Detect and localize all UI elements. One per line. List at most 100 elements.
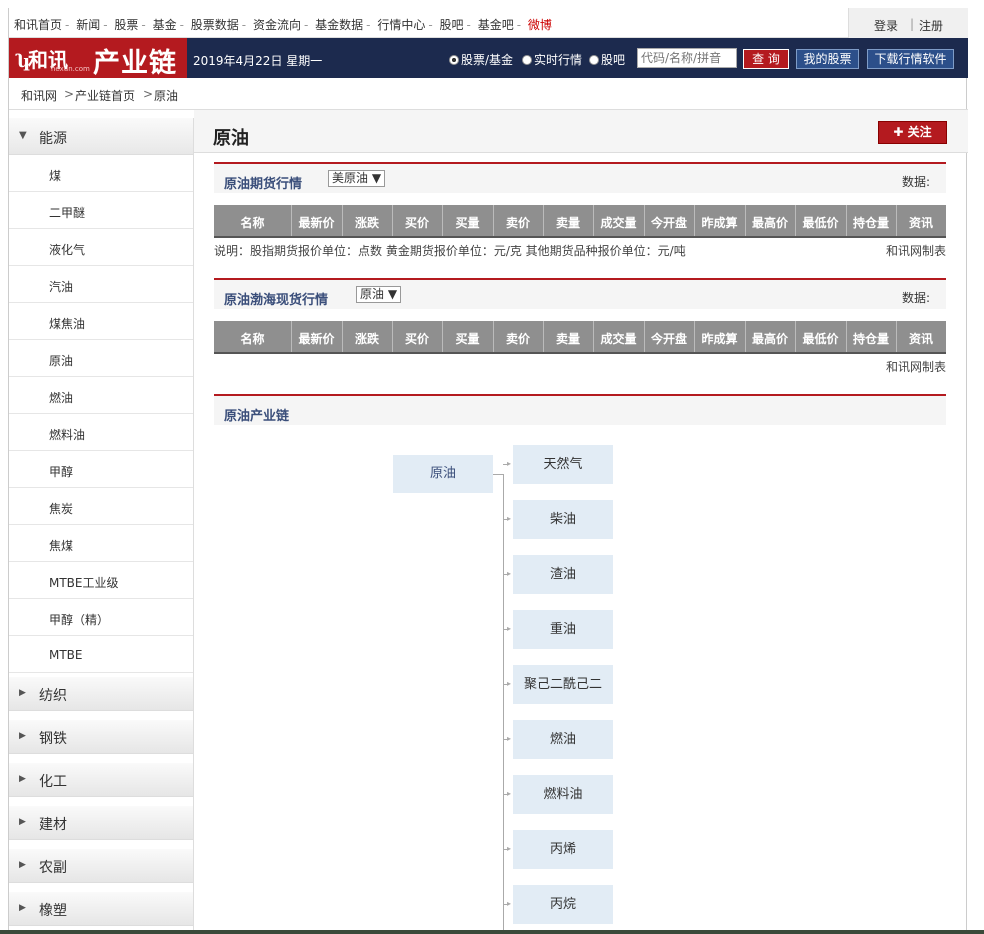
chain-child-node[interactable]: 柴油	[513, 500, 613, 539]
futures-section: 原油期货行情 美原油 ▼ 数据: 名称 最新价 涨跌 买价 买量 卖价 卖量 成交量 今开盘 昨成…	[214, 162, 946, 260]
futures-credit: 和讯网制表	[885, 244, 946, 258]
nav-link-fund-bar[interactable]: 基金吧	[478, 18, 514, 32]
radio-checked-icon	[449, 55, 459, 65]
sidebar-item-crude-oil[interactable]: 原油	[9, 340, 193, 377]
arrow-right-icon: ▸	[507, 734, 512, 743]
chain-child-node[interactable]: 丙烯	[513, 830, 613, 869]
futures-col-header: 最新价	[298, 216, 335, 230]
sidebar-item[interactable]: 甲醇（精）	[9, 599, 193, 636]
login-link[interactable]: 登录	[874, 17, 898, 34]
futures-col-header: 名称	[240, 216, 265, 230]
search-input[interactable]	[637, 48, 737, 68]
download-software-button[interactable]: 下载行情软件	[867, 49, 954, 69]
futures-data-label: 数据:	[901, 175, 930, 189]
chain-child-node[interactable]: 天然气	[513, 445, 613, 484]
breadcrumb-separator: >	[64, 87, 75, 101]
breadcrumb-separator: >	[143, 87, 154, 101]
login-divider: |	[910, 17, 915, 31]
spot-table-header: 名称 最新价 涨跌 买价 买量 卖价 卖量 成交量 今开盘 昨成算 最高价 最低价 持仓量 资讯	[214, 321, 946, 354]
sidebar-item[interactable]: 焦炭	[9, 488, 193, 525]
spot-col-header: 持仓量	[852, 332, 889, 346]
category-textile[interactable]: ▶ 纺织	[9, 673, 193, 716]
radio-stock-fund[interactable]: 股票/基金	[449, 51, 513, 68]
follow-button[interactable]: ✚ 关注	[878, 121, 947, 144]
spot-col-header: 最低价	[802, 332, 839, 346]
chain-child-node[interactable]: 重油	[513, 610, 613, 649]
caret-down-icon: ▼	[19, 130, 27, 141]
nav-link-funds[interactable]: 基金	[153, 18, 177, 32]
nav-link-fund-data[interactable]: 基金数据	[315, 18, 363, 32]
chain-header: 原油产业链	[214, 394, 946, 425]
spot-select[interactable]: 原油 ▼	[356, 286, 402, 303]
futures-col-header: 卖量	[555, 216, 580, 230]
spot-header: 原油渤海现货行情 原油 ▼ 数据:	[214, 278, 946, 309]
sidebar-item[interactable]: 煤焦油	[9, 303, 193, 340]
nav-link-stock-data[interactable]: 股票数据	[191, 18, 239, 32]
caret-right-icon: ▶	[19, 817, 26, 827]
sidebar-item[interactable]: 燃料油	[9, 414, 193, 451]
caret-right-icon: ▶	[19, 688, 26, 698]
sidebar-item[interactable]: 甲醇	[9, 451, 193, 488]
category-agriculture[interactable]: ▶ 农副	[9, 845, 193, 888]
radio-realtime[interactable]: 实时行情	[522, 51, 582, 68]
futures-col-header: 成交量	[600, 216, 637, 230]
nav-link-news[interactable]: 新闻	[76, 18, 100, 32]
caret-right-icon: ▶	[19, 903, 26, 913]
sidebar-item[interactable]: 燃油	[9, 377, 193, 414]
caret-right-icon: ▶	[19, 860, 26, 870]
futures-col-header: 涨跌	[354, 216, 379, 230]
login-area: 登录 | 注册	[848, 8, 968, 38]
chain-title: 原油产业链	[224, 409, 290, 424]
register-link[interactable]: 注册	[919, 17, 943, 34]
caret-right-icon: ▶	[19, 774, 26, 784]
breadcrumb-chain-home[interactable]: 产业链首页	[75, 87, 135, 104]
nav-link-stocks[interactable]: 股票	[114, 18, 138, 32]
my-stocks-button[interactable]: 我的股票	[796, 49, 859, 69]
nav-link-quotes[interactable]: 行情中心	[377, 18, 425, 32]
category-steel[interactable]: ▶ 钢铁	[9, 716, 193, 759]
nav-link-money-flow[interactable]: 资金流向	[253, 18, 301, 32]
spot-col-header: 成交量	[600, 332, 637, 346]
nav-link-home[interactable]: 和讯首页	[14, 18, 62, 32]
chain-root-node[interactable]: 原油	[393, 455, 493, 493]
arrow-right-icon: ▸	[507, 569, 512, 578]
sidebar-item[interactable]: 二甲醚	[9, 192, 193, 229]
category-energy[interactable]: ▼ 能源	[9, 118, 193, 155]
spot-col-header: 资讯	[908, 332, 933, 346]
sidebar-item[interactable]: 汽油	[9, 266, 193, 303]
connector-line	[503, 474, 504, 934]
site-logo[interactable]: ʮ和讯 hexun.com 产业链	[9, 38, 187, 79]
sidebar-item[interactable]: 焦煤	[9, 525, 193, 562]
radio-guba[interactable]: 股吧	[589, 51, 625, 68]
sidebar-item[interactable]: MTBE	[9, 636, 193, 673]
radio-unchecked-icon	[589, 55, 599, 65]
futures-col-header: 卖价	[505, 216, 530, 230]
futures-table-header: 名称 最新价 涨跌 买价 买量 卖价 卖量 成交量 今开盘 昨成算 最高价 最低价 持仓量 资讯	[214, 205, 946, 238]
nav-link-guba[interactable]: 股吧	[440, 18, 464, 32]
spot-title: 原油渤海现货行情	[224, 293, 329, 308]
chain-child-node[interactable]: 渣油	[513, 555, 613, 594]
sidebar-item[interactable]: 液化气	[9, 229, 193, 266]
sidebar-item[interactable]: MTBE工业级	[9, 562, 193, 599]
futures-col-header: 持仓量	[852, 216, 889, 230]
breadcrumb-home[interactable]: 和讯网	[21, 87, 57, 104]
chain-child-node[interactable]: 燃油	[513, 720, 613, 759]
sidebar-item[interactable]: 煤	[9, 155, 193, 192]
dropdown-arrow-icon: ▼	[371, 171, 382, 185]
category-rubber-plastic[interactable]: ▶ 橡塑	[9, 888, 193, 931]
page-title: 原油	[213, 128, 249, 149]
chain-child-node[interactable]: 聚己二酰己二	[513, 665, 613, 704]
futures-select[interactable]: 美原油 ▼	[328, 170, 386, 187]
caret-right-icon: ▶	[19, 731, 26, 741]
current-date: 2019年4月22日 星期一	[193, 54, 323, 68]
logo-domain: hexun.com	[51, 65, 90, 73]
page: 和讯首页 - 新闻 - 股票 - 基金 - 股票数据 - 资金流向 - 基金数据 - 行情中心…	[8, 8, 968, 934]
nav-link-weibo[interactable]: 微博	[528, 18, 552, 32]
spot-col-header: 涨跌	[354, 332, 379, 346]
category-chemical[interactable]: ▶ 化工	[9, 759, 193, 802]
spot-col-header: 最高价	[751, 332, 788, 346]
chain-child-node[interactable]: 燃料油	[513, 775, 613, 814]
chain-child-node[interactable]: 丙烷	[513, 885, 613, 924]
category-building-materials[interactable]: ▶ 建材	[9, 802, 193, 845]
query-button[interactable]: 查 询	[743, 49, 789, 69]
